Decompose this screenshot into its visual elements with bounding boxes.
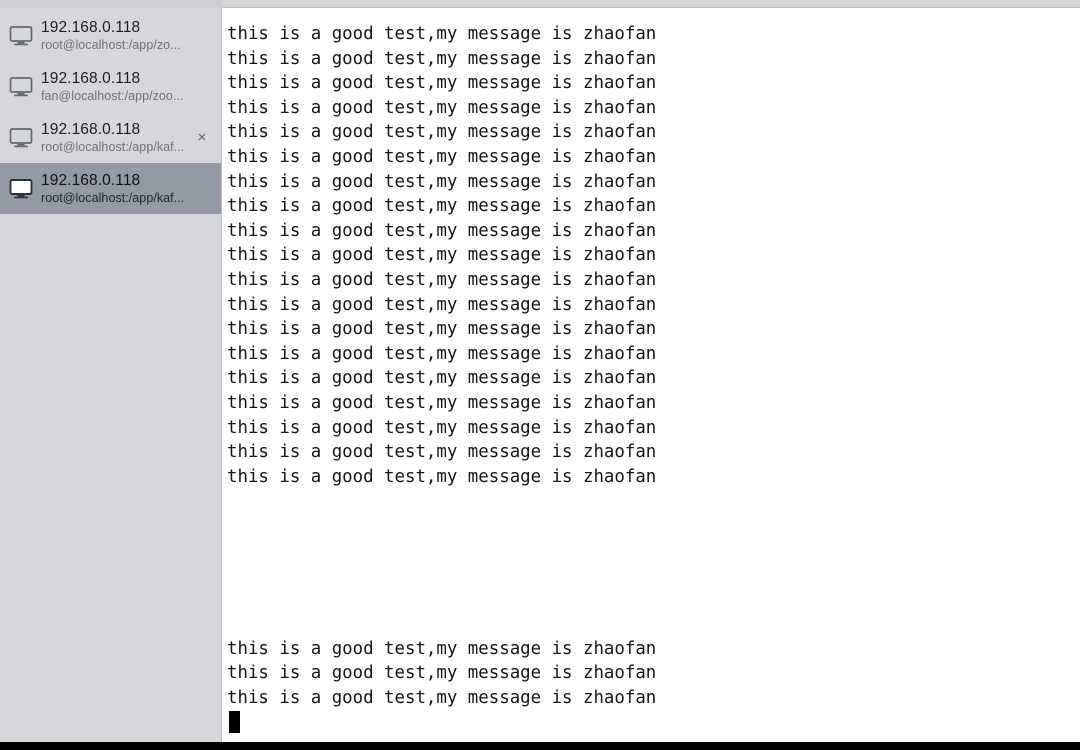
terminal-line: this is a good test,my message is zhaofa… [227, 343, 657, 364]
terminal-line: this is a good test,my message is zhaofa… [227, 442, 657, 463]
session-item-2[interactable]: 192.168.0.118 root@localhost:/app/kaf... × [0, 112, 221, 163]
window-titlebar [0, 0, 1080, 8]
terminal-line: this is a good test,my message is zhaofa… [227, 294, 657, 315]
window-bottom-bar [0, 742, 1080, 750]
monitor-icon [8, 74, 34, 100]
titlebar-sidebar-segment [0, 0, 222, 8]
session-host-label: 192.168.0.118 [41, 19, 141, 36]
session-host-label: 192.168.0.118 [41, 70, 141, 87]
terminal-line: this is a good test,my message is zhaofa… [227, 73, 657, 94]
terminal-pane[interactable]: this is a good test,my message is zhaofa… [223, 8, 1080, 742]
session-path-label: root@localhost:/app/zo... [41, 38, 181, 52]
session-list: 192.168.0.118root@localhost:/app/zo...×1… [0, 8, 221, 214]
terminal-line: this is a good test,my message is zhaofa… [227, 196, 657, 217]
terminal-app-window: 192.168.0.118root@localhost:/app/zo...×1… [0, 0, 1080, 750]
terminal-output: this is a good test,my message is zhaofa… [223, 8, 656, 735]
session-item-text: 192.168.0.118 root@localhost:/app/kaf... [38, 171, 215, 206]
monitor-icon [8, 125, 34, 151]
terminal-line: this is a good test,my message is zhaofa… [227, 48, 657, 69]
session-item-1[interactable]: 192.168.0.118fan@localhost:/app/zoo...× [0, 61, 221, 112]
terminal-line: this is a good test,my message is zhaofa… [227, 24, 657, 44]
terminal-line: this is a good test,my message is zhaofa… [227, 146, 657, 167]
terminal-line: this is a good test,my message is zhaofa… [227, 663, 657, 684]
terminal-cursor-line [227, 710, 656, 736]
terminal-line: this is a good test,my message is zhaofa… [227, 466, 657, 487]
session-path-label: root@localhost:/app/kaf... [41, 140, 185, 154]
session-item-text: 192.168.0.118 fan@localhost:/app/zoo... [38, 69, 215, 104]
session-host-label: 192.168.0.118 [41, 172, 141, 189]
session-host-label: 192.168.0.118 [41, 121, 141, 138]
session-path-label: root@localhost:/app/kaf... [41, 191, 185, 205]
terminal-line: this is a good test,my message is zhaofa… [227, 97, 657, 118]
terminal-line: this is a good test,my message is zhaofa… [227, 417, 657, 438]
session-sidebar: 192.168.0.118root@localhost:/app/zo...×1… [0, 8, 222, 742]
session-item-0[interactable]: 192.168.0.118root@localhost:/app/zo...× [0, 10, 221, 61]
session-item-text: 192.168.0.118 root@localhost:/app/zo... [38, 18, 215, 53]
monitor-icon [8, 23, 34, 49]
terminal-line: this is a good test,my message is zhaofa… [227, 392, 657, 413]
session-item-text: 192.168.0.118 root@localhost:/app/kaf... [38, 120, 193, 155]
terminal-line: this is a good test,my message is zhaofa… [227, 245, 657, 266]
terminal-line: this is a good test,my message is zhaofa… [227, 368, 657, 389]
monitor-icon [8, 176, 34, 202]
terminal-line: this is a good test,my message is zhaofa… [227, 688, 657, 709]
terminal-line: this is a good test,my message is zhaofa… [227, 638, 657, 659]
terminal-line: this is a good test,my message is zhaofa… [227, 122, 657, 143]
terminal-line: this is a good test,my message is zhaofa… [227, 171, 657, 192]
close-icon[interactable]: × [193, 129, 211, 147]
terminal-cursor [229, 710, 240, 733]
terminal-line: this is a good test,my message is zhaofa… [227, 269, 657, 290]
session-item-3[interactable]: 192.168.0.118root@localhost:/app/kaf...× [0, 163, 221, 214]
terminal-line: this is a good test,my message is zhaofa… [227, 319, 657, 340]
session-path-label: fan@localhost:/app/zoo... [41, 89, 184, 103]
terminal-line: this is a good test,my message is zhaofa… [227, 220, 657, 241]
